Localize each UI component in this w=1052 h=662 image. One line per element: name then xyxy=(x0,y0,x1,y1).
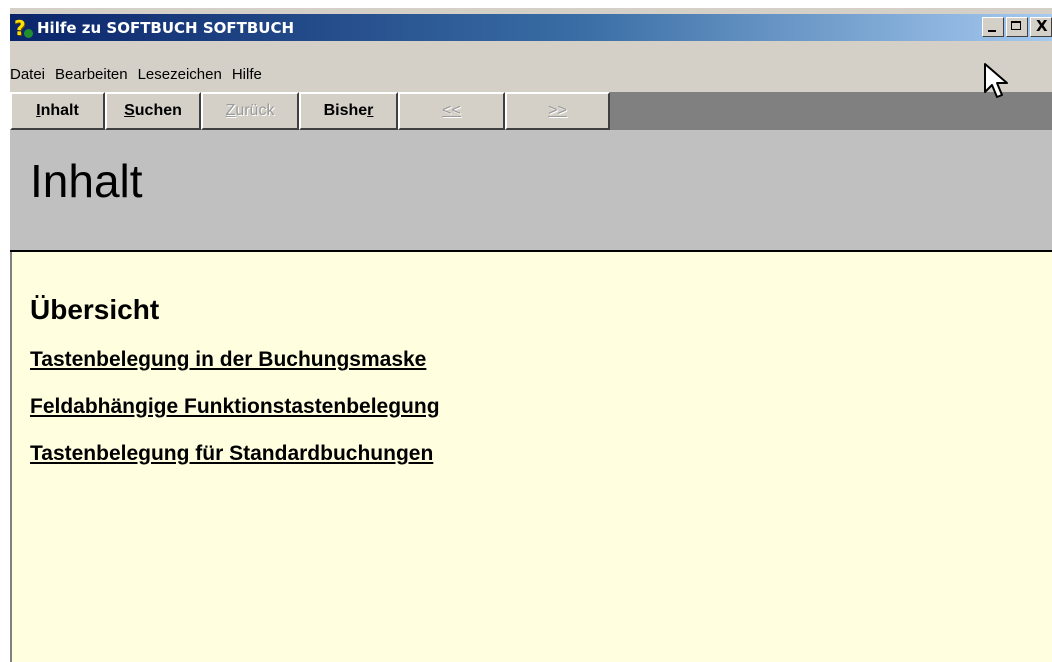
previous-button[interactable]: << xyxy=(398,92,505,130)
window-controls: X xyxy=(980,17,1052,37)
help-window: ? Hilfe zu SOFTBUCH SOFTBUCH X Datei Bea… xyxy=(10,8,1052,662)
close-icon[interactable]: X xyxy=(1030,17,1052,37)
inhalt-button-label-post: nhalt xyxy=(40,102,79,119)
next-button-mnemonic: >> xyxy=(548,102,567,119)
section-title: Übersicht xyxy=(30,294,160,325)
suchen-button-label-post: uchen xyxy=(134,102,182,119)
previous-button-mnemonic: << xyxy=(442,102,461,119)
menu-datei[interactable]: Datei xyxy=(10,66,51,83)
bisher-button-label-pre: Bishe xyxy=(323,102,368,119)
link-feldabhaengige-funktionstasten[interactable]: Feldabhängige Funktionstastenbelegung xyxy=(30,395,440,419)
link-tastenbelegung-standardbuchungen[interactable]: Tastenbelegung für Standardbuchungen xyxy=(30,442,440,466)
page-title: Inhalt xyxy=(30,155,143,207)
help-question-icon: ? xyxy=(12,16,34,40)
inhalt-button[interactable]: Inhalt xyxy=(10,92,105,130)
zurueck-button[interactable]: Zurück xyxy=(201,92,299,130)
menu-bearbeiten[interactable]: Bearbeiten xyxy=(55,66,134,83)
topic-header: Inhalt xyxy=(10,130,1052,252)
menu-bar: Datei Bearbeiten Lesezeichen Hilfe xyxy=(10,63,272,85)
topic-content[interactable]: Übersicht Tastenbelegung in der Buchungs… xyxy=(10,252,1052,662)
maximize-icon[interactable] xyxy=(1006,17,1028,37)
title-bar[interactable]: ? Hilfe zu SOFTBUCH SOFTBUCH X xyxy=(10,14,1052,41)
menu-lesezeichen[interactable]: Lesezeichen xyxy=(138,66,228,83)
minimize-icon[interactable] xyxy=(982,17,1004,37)
menu-hilfe[interactable]: Hilfe xyxy=(232,66,268,83)
bisher-button[interactable]: Bishe r xyxy=(299,92,398,130)
link-tastenbelegung-buchungsmaske[interactable]: Tastenbelegung in der Buchungsmaske xyxy=(30,348,440,372)
suchen-button-mnemonic: S xyxy=(124,102,135,119)
suchen-button[interactable]: Suchen xyxy=(105,92,201,130)
topic-link-list: Tastenbelegung in der Buchungsmaske Feld… xyxy=(30,348,440,489)
help-button-bar: Inhalt Suchen Zurück Bishe r << >> xyxy=(10,92,1052,130)
window-title: Hilfe zu SOFTBUCH SOFTBUCH xyxy=(37,18,295,37)
zurueck-button-label-post: urück xyxy=(235,102,275,119)
next-button[interactable]: >> xyxy=(505,92,610,130)
mouse-pointer-icon xyxy=(984,63,1008,98)
zurueck-button-mnemonic: Z xyxy=(225,102,236,119)
bisher-button-mnemonic: r xyxy=(367,102,374,119)
